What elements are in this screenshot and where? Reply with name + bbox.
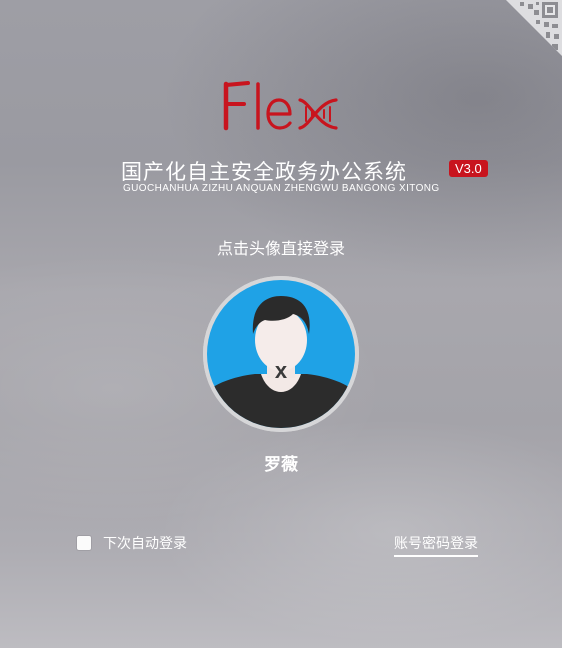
user-avatar-login-button[interactable]: x [203, 276, 359, 432]
flex-logo [218, 80, 342, 132]
qr-code-login-toggle[interactable] [506, 0, 562, 56]
user-silhouette-icon: x [203, 276, 359, 432]
auto-login-label: 下次自动登录 [103, 536, 187, 552]
qr-code-icon [506, 0, 562, 56]
system-title: 国产化自主安全政务办公系统 [121, 160, 407, 184]
version-badge: V3.0 [449, 160, 488, 177]
auto-login-option[interactable]: 下次自动登录 [77, 533, 187, 553]
username-label: 罗薇 [264, 455, 298, 475]
system-subtitle: GUOCHANHUA ZIZHU ANQUAN ZHENGWU BANGONG … [123, 183, 440, 194]
auto-login-checkbox[interactable] [77, 536, 91, 550]
avatar-mark: x [275, 358, 288, 383]
password-login-link[interactable]: 账号密码登录 [394, 533, 478, 557]
avatar-login-hint: 点击头像直接登录 [216, 239, 345, 258]
